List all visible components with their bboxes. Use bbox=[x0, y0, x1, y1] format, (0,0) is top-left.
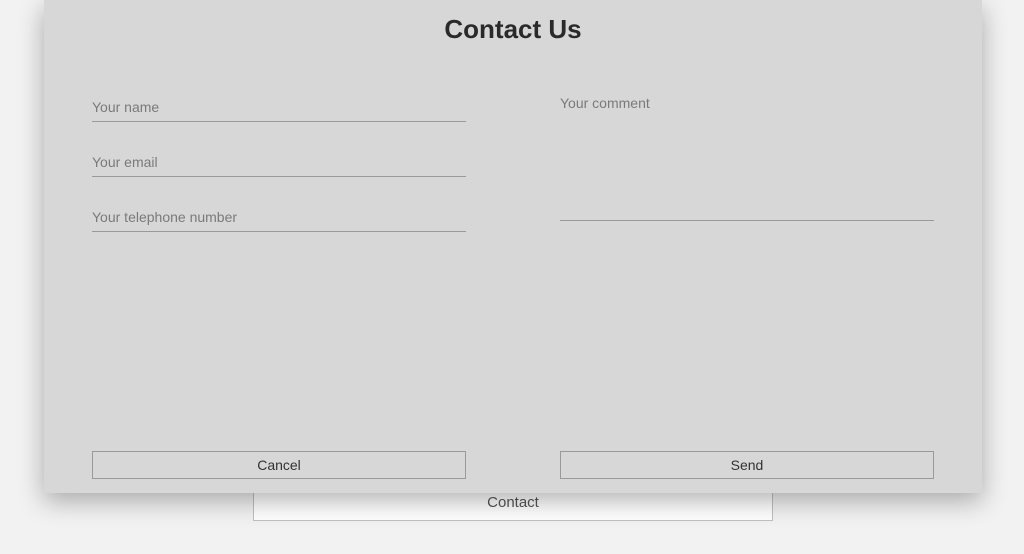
email-input[interactable] bbox=[92, 146, 466, 177]
contact-dialog: Contact Us Cancel Send bbox=[44, 0, 982, 493]
send-button[interactable]: Send bbox=[560, 451, 934, 479]
name-input[interactable] bbox=[92, 91, 466, 122]
telephone-input[interactable] bbox=[92, 201, 466, 232]
form-columns bbox=[92, 91, 934, 256]
form-left-column bbox=[92, 91, 466, 256]
form-right-column bbox=[560, 91, 934, 256]
comment-textarea[interactable] bbox=[560, 91, 934, 221]
dialog-button-row: Cancel Send bbox=[92, 451, 934, 479]
dialog-title: Contact Us bbox=[92, 14, 934, 45]
cancel-button[interactable]: Cancel bbox=[92, 451, 466, 479]
